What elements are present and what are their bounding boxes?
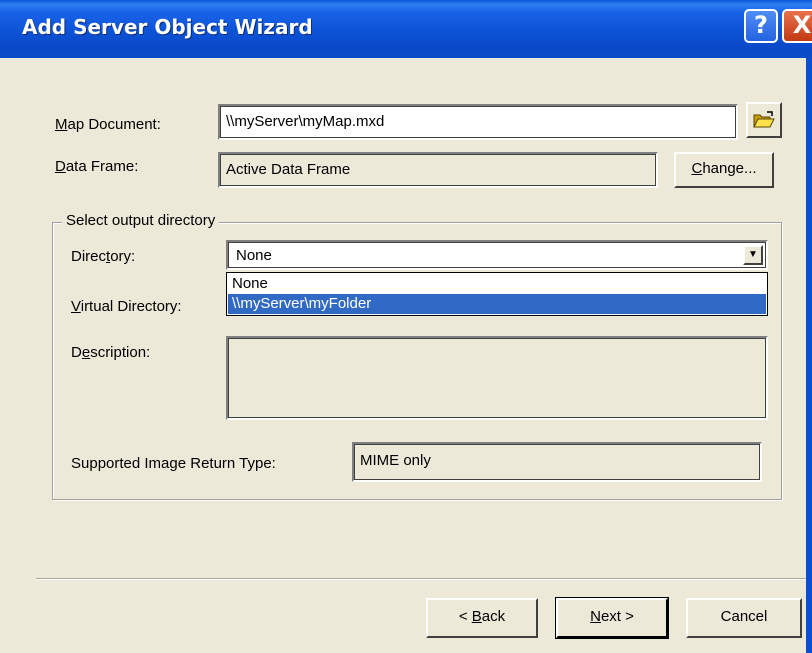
map-document-label-mnemonic: M (55, 116, 68, 133)
dropdown-option-selected[interactable]: \\myServer\myFolder (228, 294, 766, 314)
description-label-pre: D (71, 344, 82, 361)
footer-separator (36, 578, 806, 580)
browse-button[interactable] (746, 102, 782, 138)
change-button[interactable]: Change... (674, 152, 774, 188)
back-button-label: ack (481, 608, 506, 625)
title-bar[interactable]: Add Server Object Wizard ? X (0, 0, 812, 58)
data-frame-label: Data Frame: (55, 158, 138, 175)
directory-dropdown-list[interactable]: None \\myServer\myFolder (226, 272, 768, 316)
output-directory-group-title: Select output directory (62, 212, 220, 229)
virtual-directory-label: Virtual Directory: (71, 298, 182, 315)
directory-select[interactable]: None ▼ (226, 240, 768, 270)
data-frame-label-mnemonic: D (55, 158, 66, 175)
image-return-type-label: Supported Image Return Type: (71, 455, 276, 472)
change-button-mnemonic: C (691, 160, 703, 177)
data-frame-label-text: ata Frame: (65, 158, 139, 175)
window-title: Add Server Object Wizard (22, 15, 313, 39)
map-document-label-text: ap Document: (67, 116, 161, 133)
directory-label-pre: Direc (71, 248, 107, 265)
dropdown-option[interactable]: None (228, 274, 766, 294)
directory-label-post: ory: (110, 248, 136, 265)
directory-label: Directory: (71, 248, 135, 265)
back-button[interactable]: < Back (426, 598, 538, 638)
description-label-post: scription: (90, 344, 151, 361)
back-button-mnemonic: B (471, 608, 482, 625)
close-icon[interactable]: X (782, 9, 812, 43)
wizard-window: Add Server Object Wizard ? X Map Documen… (0, 0, 812, 653)
image-return-type-field: MIME only (352, 442, 762, 482)
description-field (226, 336, 768, 420)
next-button-mnemonic: N (590, 608, 601, 625)
back-button-arrow: < (458, 608, 472, 625)
next-button-label: ext > (600, 608, 634, 625)
directory-select-value: None (236, 247, 272, 264)
description-label: Description: (71, 344, 150, 361)
window-border (806, 58, 812, 653)
virtual-directory-label-text: irtual Directory: (80, 298, 182, 315)
chevron-down-icon[interactable]: ▼ (743, 245, 763, 265)
map-document-input[interactable]: \\myServer\myMap.mxd (218, 104, 738, 140)
next-button[interactable]: Next > (555, 597, 669, 639)
data-frame-field: Active Data Frame (218, 152, 658, 188)
cancel-button[interactable]: Cancel (686, 598, 802, 638)
change-button-label: hange... (702, 160, 757, 177)
map-document-label: Map Document: (55, 116, 161, 133)
help-icon[interactable]: ? (744, 9, 778, 43)
description-label-mnemonic: e (81, 344, 91, 361)
virtual-directory-label-mnemonic: V (71, 298, 81, 315)
open-folder-icon (753, 111, 775, 128)
